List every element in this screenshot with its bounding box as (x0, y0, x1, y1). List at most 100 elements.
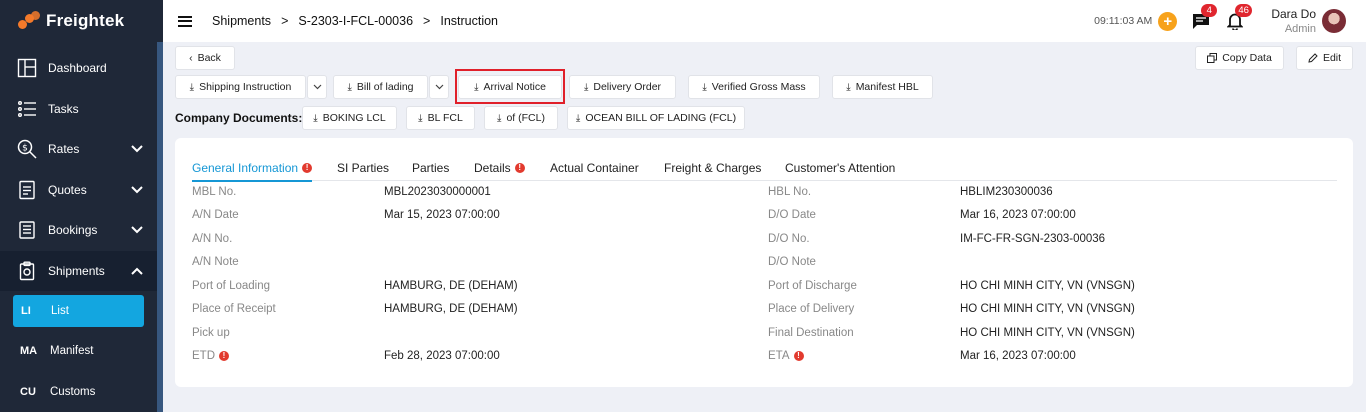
verified-gross-mass-label: Verified Gross Mass (711, 81, 806, 93)
tab-freight-charges[interactable]: Freight & Charges (664, 161, 761, 175)
avatar[interactable] (1322, 9, 1346, 33)
chevron-down-icon (435, 84, 443, 90)
error-icon: ! (302, 163, 313, 173)
error-icon: ! (793, 351, 804, 361)
hamburger-menu-icon[interactable] (178, 13, 192, 29)
field-label-an-date: A/N Date (192, 209, 239, 221)
freightek-logo-icon (18, 11, 40, 31)
download-icon: ⤓ (347, 81, 352, 93)
breadcrumb-shipments[interactable]: Shipments (212, 14, 271, 28)
company-doc-boking-lcl-button[interactable]: ⤓ BOKING LCL (302, 106, 397, 130)
download-icon: ⤓ (583, 81, 589, 93)
shipping-instruction-dropdown-toggle[interactable] (307, 75, 327, 99)
sidebar-item-label: Dashboard (48, 61, 107, 76)
brand-name: Freightek (46, 11, 125, 30)
tab-si-parties[interactable]: SI Parties (337, 161, 389, 175)
sidebar-item-label: Tasks (48, 101, 79, 116)
chevron-left-icon: ‹ (189, 52, 193, 64)
delivery-order-label: Delivery Order (593, 81, 662, 93)
bill-of-lading-dropdown-toggle[interactable] (429, 75, 449, 99)
sidebar-item-quotes[interactable]: Quotes (0, 170, 157, 211)
sidebar-item-rates[interactable]: $ Rates (0, 129, 157, 170)
sidebar-subitem-label: Customs (50, 385, 96, 398)
tab-label: Actual Container (550, 161, 639, 175)
sidebar-item-shipments[interactable]: Shipments (0, 250, 157, 291)
company-doc-label: BL FCL (427, 112, 463, 124)
bill-of-lading-button[interactable]: ⤓ Bill of lading (333, 75, 428, 99)
tab-parties[interactable]: Parties (412, 161, 449, 175)
company-doc-bl-fcl-button[interactable]: ⤓ BL FCL (406, 106, 475, 130)
sidebar-subitem-abbr: MA (20, 345, 38, 358)
sidebar-item-tasks[interactable]: Tasks (0, 89, 157, 130)
edit-button[interactable]: Edit (1296, 46, 1353, 70)
quick-add-button[interactable]: + (1158, 11, 1178, 31)
sidebar-subitem-customs[interactable]: CU Customs (0, 372, 157, 412)
sidebar-item-label: Rates (48, 142, 80, 157)
sidebar-item-dashboard[interactable]: Dashboard (0, 48, 157, 89)
manifest-hbl-label: Manifest HBL (855, 81, 919, 93)
field-label-place-of-receipt: Place of Receipt (192, 303, 276, 315)
download-icon: ⤓ (497, 112, 502, 124)
sidebar-item-label: Bookings (48, 223, 98, 238)
sidebar-subitem-list[interactable]: LI List (13, 295, 144, 327)
tab-label: Customer's Attention (785, 161, 896, 175)
company-doc-of-fcl-button[interactable]: ⤓ of (FCL) (484, 106, 558, 130)
download-icon: ⤓ (313, 112, 318, 124)
field-value-an-date: Mar 15, 2023 07:00:00 (384, 209, 500, 221)
sidebar-scrollbar-thumb[interactable] (157, 42, 163, 412)
copy-icon (1207, 53, 1218, 63)
tab-label: Freight & Charges (664, 161, 762, 175)
field-label-text: ETD (192, 350, 215, 362)
company-doc-ocean-bl-fcl-button[interactable]: ⤓ OCEAN BILL OF LADING (FCL) (567, 106, 745, 130)
rates-icon: $ (16, 138, 38, 160)
company-documents-label: Company Documents: (175, 111, 303, 125)
field-label-etd: ETD ! (192, 350, 229, 362)
sidebar: Freightek Dashboard Tasks $ Rates Quotes… (0, 0, 163, 412)
tab-customers-attention[interactable]: Customer's Attention (785, 161, 895, 175)
header-actions: 09:11:03 AM + 4 46 Dara Do Admin (1094, 0, 1366, 42)
notifications-button[interactable]: 46 (1225, 4, 1252, 31)
sidebar-item-bookings[interactable]: Bookings (0, 210, 157, 251)
sidebar-item-label: Shipments (48, 263, 105, 278)
tab-general-information[interactable]: General Information ! (192, 161, 313, 182)
shipping-instruction-button[interactable]: ⤓ Shipping Instruction (175, 75, 306, 99)
messages-button[interactable]: 4 (1191, 4, 1218, 31)
tab-details[interactable]: Details ! (474, 161, 525, 175)
notifications-badge: 46 (1235, 4, 1252, 17)
breadcrumb-shipment-id[interactable]: S-2303-I-FCL-00036 (298, 14, 413, 28)
field-label-an-note: A/N Note (192, 256, 239, 268)
user-info[interactable]: Dara Do Admin (1271, 7, 1316, 35)
sidebar-nav: Dashboard Tasks $ Rates Quotes Bookings … (0, 48, 157, 412)
sidebar-subitem-label: List (51, 305, 69, 317)
edit-label: Edit (1322, 52, 1342, 64)
delivery-order-button[interactable]: ⤓ Delivery Order (569, 75, 676, 99)
download-icon: ⤓ (846, 81, 851, 93)
error-icon: ! (219, 351, 229, 361)
field-label-port-of-discharge: Port of Discharge (768, 280, 857, 292)
verified-gross-mass-button[interactable]: ⤓ Verified Gross Mass (688, 75, 820, 99)
manifest-hbl-button[interactable]: ⤓ Manifest HBL (832, 75, 933, 99)
field-label-do-note: D/O Note (768, 256, 816, 268)
company-doc-label: OCEAN BILL OF LADING (FCL) (585, 112, 737, 124)
back-button[interactable]: ‹ Back (175, 46, 235, 70)
company-doc-label: of (FCL) (506, 112, 545, 124)
sidebar-subitem-manifest[interactable]: MA Manifest (0, 331, 157, 372)
field-value-port-of-loading: HAMBURG, DE (DEHAM) (384, 280, 518, 292)
chevron-down-icon (131, 223, 143, 237)
field-value-do-date: Mar 16, 2023 07:00:00 (960, 209, 1076, 221)
breadcrumb-current: Instruction (440, 14, 499, 28)
download-icon: ⤓ (702, 81, 707, 93)
bill-of-lading-label: Bill of lading (356, 81, 414, 93)
field-value-place-of-delivery: HO CHI MINH CITY, VN (VNSGN) (960, 303, 1135, 315)
field-label-do-date: D/O Date (768, 209, 816, 221)
download-icon: ⤓ (575, 112, 581, 124)
copy-data-button[interactable]: Copy Data (1195, 46, 1284, 70)
messages-badge: 4 (1201, 4, 1218, 17)
brand[interactable]: Freightek (0, 0, 163, 42)
tab-actual-container[interactable]: Actual Container (550, 161, 639, 175)
quotes-icon (16, 179, 38, 201)
sidebar-subitem-abbr: LI (21, 305, 31, 317)
chevron-up-icon (131, 264, 143, 278)
bookings-icon (16, 219, 38, 241)
field-value-port-of-discharge: HO CHI MINH CITY, VN (VNSGN) (960, 280, 1135, 292)
